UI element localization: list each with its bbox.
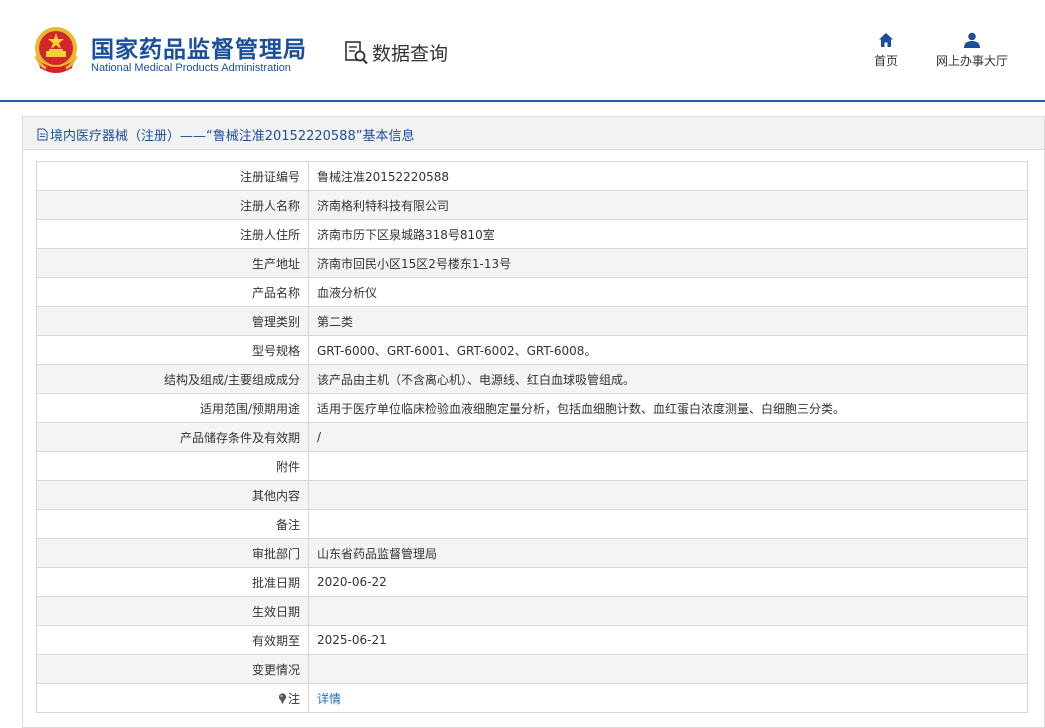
panel-title-text: 境内医疗器械（注册）——“鲁械注准20152220588”基本信息 (50, 129, 415, 144)
field-value: 该产品由主机（不含离心机）、电源线、红白血球吸管组成。 (308, 364, 1028, 394)
field-value: 鲁械注准20152220588 (308, 161, 1028, 191)
document-icon (37, 128, 48, 141)
table-row: 产品储存条件及有效期 / (36, 422, 1028, 452)
details-link[interactable]: 详情 (317, 692, 341, 706)
field-value: 山东省药品监督管理局 (308, 538, 1028, 568)
nav-home-label: 首页 (873, 54, 898, 68)
org-name-en[interactable]: National Medical Products Administration (91, 62, 291, 74)
field-value: 济南格利特科技有限公司 (308, 190, 1028, 220)
field-label: 注册人住所 (36, 219, 309, 249)
table-row: 型号规格 GRT-6000、GRT-6001、GRT-6002、GRT-6008。 (36, 335, 1028, 365)
field-value: GRT-6000、GRT-6001、GRT-6002、GRT-6008。 (308, 335, 1028, 365)
user-icon (964, 32, 980, 48)
field-label: 适用范围/预期用途 (36, 393, 309, 423)
field-label: 批准日期 (36, 567, 309, 597)
nav-online-service-hall[interactable]: 网上办事大厅 (930, 32, 1014, 69)
field-value (308, 654, 1028, 684)
field-value: 第二类 (308, 306, 1028, 336)
data-query-title[interactable]: 数据查询 (344, 38, 448, 66)
table-row: 生效日期 (36, 596, 1028, 626)
table-row: 审批部门 山东省药品监督管理局 (36, 538, 1028, 568)
table-row: 备注 (36, 509, 1028, 539)
note-label-cell: 注 (36, 683, 309, 713)
table-row: 结构及组成/主要组成成分 该产品由主机（不含离心机）、电源线、红白血球吸管组成。 (36, 364, 1028, 394)
note-label: 注 (287, 691, 300, 706)
field-value: 适用于医疗单位临床检验血液细胞定量分析，包括血细胞计数、血红蛋白浓度测量、白细胞… (308, 393, 1028, 423)
table-row: 批准日期 2020-06-22 (36, 567, 1028, 597)
field-value: 济南市历下区泉城路318号810室 (308, 219, 1028, 249)
table-row: 附件 (36, 451, 1028, 481)
detail-panel: 境内医疗器械（注册）——“鲁械注准20152220588”基本信息 注册证编号鲁… (22, 116, 1045, 728)
field-label: 其他内容 (36, 480, 309, 510)
table-row: 产品名称 血液分析仪 (36, 277, 1028, 307)
data-query-label: 数据查询 (372, 42, 449, 65)
panel-header: 境内医疗器械（注册）——“鲁械注准20152220588”基本信息 (23, 117, 1044, 150)
field-label: 注册人名称 (36, 190, 309, 220)
field-label: 备注 (36, 509, 309, 539)
header-divider (0, 100, 1045, 102)
field-label: 审批部门 (36, 538, 309, 568)
field-label: 产品名称 (36, 277, 309, 307)
field-label: 有效期至 (36, 625, 309, 655)
nav-online-service-hall-label: 网上办事大厅 (935, 54, 1008, 68)
field-value (308, 451, 1028, 481)
field-value (308, 509, 1028, 539)
org-name-cn[interactable]: 国家药品监督管理局 (91, 30, 307, 64)
field-value: 血液分析仪 (308, 277, 1028, 307)
field-value (308, 596, 1028, 626)
field-label: 生效日期 (36, 596, 309, 626)
field-label: 结构及组成/主要组成成分 (36, 364, 309, 394)
table-row: 变更情况 (36, 654, 1028, 684)
field-label: 产品储存条件及有效期 (36, 422, 309, 452)
table-row: 注册人名称 济南格利特科技有限公司 (36, 190, 1028, 220)
field-value: 2020-06-22 (308, 567, 1028, 597)
field-label: 管理类别 (36, 306, 309, 336)
national-emblem-icon (34, 27, 78, 73)
field-label: 附件 (36, 451, 309, 481)
field-value: 2025-06-21 (308, 625, 1028, 655)
site-header: 国家药品监督管理局 National Medical Products Admi… (0, 0, 1045, 100)
pin-icon (278, 692, 287, 704)
field-label: 注册证编号 (36, 161, 309, 191)
device-info-table: 注册证编号 鲁械注准20152220588 注册人名称 济南格利特科技有限公司 注册人住… (36, 161, 1028, 713)
table-row: 注册人住所 济南市历下区泉城路318号810室 (36, 219, 1028, 249)
table-row: 其他内容 (36, 480, 1028, 510)
table-row: 有效期至 2025-06-21 (36, 625, 1028, 655)
field-value: / (308, 422, 1028, 452)
table-row-note: 注 详情 (36, 683, 1028, 713)
search-document-icon (345, 41, 368, 65)
field-value (308, 480, 1028, 510)
note-value-cell: 详情 (308, 683, 1028, 713)
field-label: 变更情况 (36, 654, 309, 684)
table-row: 适用范围/预期用途 适用于医疗单位临床检验血液细胞定量分析，包括血细胞计数、血红蛋… (36, 393, 1028, 423)
field-label: 生产地址 (36, 248, 309, 278)
field-label: 型号规格 (36, 335, 309, 365)
table-row: 生产地址 济南市回民小区15区2号楼东1-13号 (36, 248, 1028, 278)
table-row: 注册证编号 鲁械注准20152220588 (36, 161, 1028, 191)
home-icon (879, 33, 893, 47)
panel-title: 境内医疗器械（注册）——“鲁械注准20152220588”基本信息 (37, 125, 414, 144)
table-row: 管理类别 第二类 (36, 306, 1028, 336)
nav-home[interactable]: 首页 (862, 32, 910, 69)
field-value: 济南市回民小区15区2号楼东1-13号 (308, 248, 1028, 278)
